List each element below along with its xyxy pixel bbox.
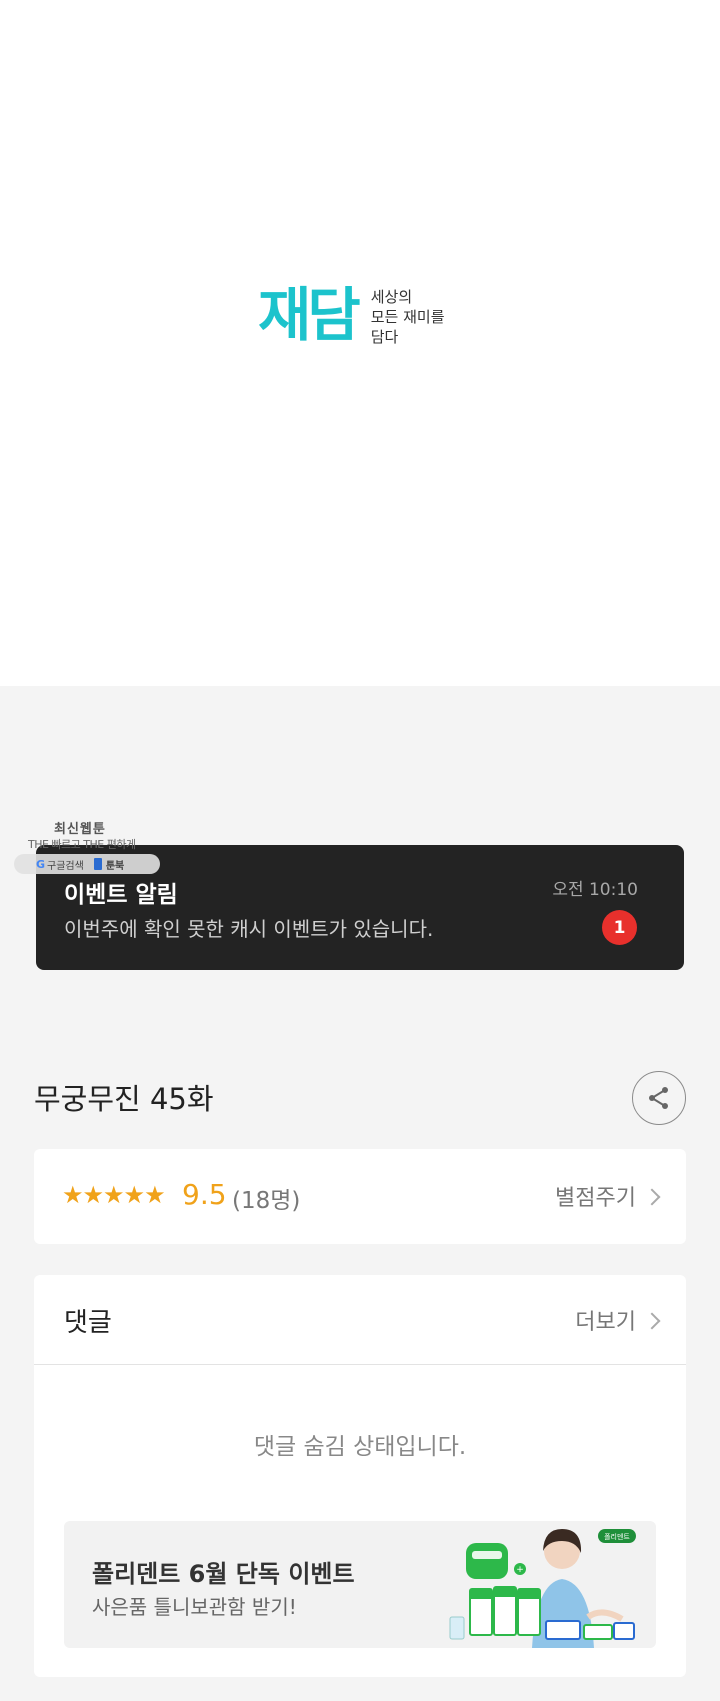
notification-body: 이번주에 확인 못한 캐시 이벤트가 있습니다. (64, 917, 434, 941)
rating-count: (18명) (232, 1188, 301, 1214)
chevron-right-icon (643, 1188, 661, 1206)
star-rating-icons: ★★★★★ (62, 1181, 166, 1209)
chevron-right-icon (643, 1312, 661, 1330)
share-icon (649, 1087, 668, 1109)
share-button[interactable] (632, 1071, 686, 1125)
google-search-link[interactable]: 구글검색 (47, 857, 84, 872)
webtoon-widget[interactable]: 최신웹툰 THE 빠르고 THE 편하게 G 구글검색 툰북 (12, 818, 162, 878)
rate-button[interactable]: 별점주기 (555, 1180, 636, 1212)
logo-mark: 재담 (258, 281, 361, 349)
logo-tagline: 세상의 모든 재미를 담다 (371, 287, 461, 347)
logo-tagline-line-2: 모든 재미를 (370, 308, 445, 326)
widget-pill[interactable]: G 구글검색 툰북 (14, 854, 160, 874)
ad-product-image: 폴리덴트 + (449, 1529, 636, 1648)
rating-card: ★★★★★ 9.5 (18명) 별점주기 (34, 1149, 686, 1244)
book-icon (93, 858, 102, 870)
notification-title: 이벤트 알림 (64, 882, 178, 908)
logo-tagline-line-1: 세상의 (370, 288, 413, 306)
google-icon: G (36, 857, 46, 871)
svg-text:+: + (516, 1565, 524, 1575)
comments-header: 댓글 더보기 (34, 1275, 686, 1365)
ad-title: 폴리덴트 6월 단독 이벤트 (92, 1560, 355, 1588)
comments-more-button[interactable]: 더보기 (575, 1304, 636, 1336)
notification-time: 오전 10:10 (552, 880, 638, 900)
ad-brand-tag: 폴리덴트 (604, 1532, 630, 1541)
ad-banner[interactable]: 폴리덴트 6월 단독 이벤트 사은품 틀니보관함 받기! 폴리덴트 + (64, 1521, 656, 1648)
page: 재담 세상의 모든 재미를 담다 최신웹툰 THE 빠르고 THE 편하게 G … (0, 0, 720, 1701)
logo-tagline-line-3: 담다 (370, 328, 399, 346)
widget-title: 최신웹툰 (54, 822, 106, 837)
comments-title: 댓글 (64, 1308, 112, 1338)
rating-score: 9.5 (182, 1178, 227, 1211)
comments-hidden-message: 댓글 숨김 상태입니다. (253, 1434, 467, 1460)
notification-count-badge: 1 (602, 910, 637, 945)
widget-subtitle: THE 빠르고 THE 편하게 (28, 838, 136, 851)
jaedam-logo: 재담 세상의 모든 재미를 담다 (258, 282, 461, 348)
episode-title: 무궁무진 45화 (34, 1082, 214, 1116)
ad-subtitle: 사은품 틀니보관함 받기! (92, 1595, 297, 1619)
toonbook-link[interactable]: 툰북 (106, 857, 124, 872)
comments-card: 댓글 더보기 댓글 숨김 상태입니다. 폴리덴트 6월 단독 이벤트 사은품 틀… (34, 1275, 686, 1677)
splash-hero: 재담 세상의 모든 재미를 담다 (0, 0, 720, 686)
